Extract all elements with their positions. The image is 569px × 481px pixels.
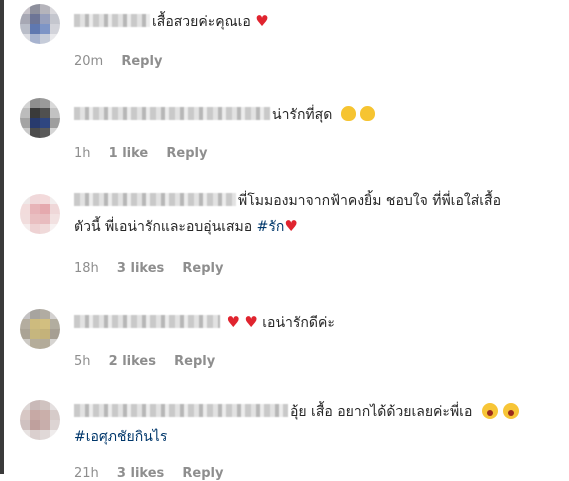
comment-body: พี่โมมองมาจากฟ้าคงยิ้ม ชอบใจ ที่พี่เอใส่… <box>238 193 501 209</box>
comment-time: 5h <box>74 354 91 369</box>
comment-time: 1h <box>74 146 91 161</box>
username-blurred[interactable] <box>74 107 270 120</box>
comment-body: เอน่ารักดีค่ะ <box>262 315 335 331</box>
avatar[interactable] <box>20 4 60 44</box>
avatar[interactable] <box>20 400 60 440</box>
hashtag-link[interactable]: #เอศุภชัยกินไร <box>74 429 167 445</box>
comment-text: พี่โมมองมาจากฟ้าคงยิ้ม ชอบใจ ที่พี่เอใส่… <box>74 191 501 211</box>
comment-body: ตัวนี้ พี่เอน่ารักและอบอุ่นเสมอ <box>74 219 253 235</box>
comment-meta: 20m Reply <box>74 54 176 69</box>
comment-text: อุ้ย เสื้อ อยากได้ด้วยเลยค่ะพี่เอ <box>74 402 519 422</box>
clapping-hands-icon <box>340 106 356 121</box>
comment-meta: 1h 1 like Reply <box>74 146 221 161</box>
clapping-hands-icon <box>359 106 375 121</box>
comment-item: ♥ ♥ เอน่ารักดีค่ะ 5h 2 likes Reply <box>4 300 569 390</box>
avatar[interactable] <box>20 309 60 349</box>
comment-item: เสื้อสวยค่ะคุณเอ ♥ 20m Reply <box>4 0 569 84</box>
comment-text: เสื้อสวยค่ะคุณเอ ♥ <box>74 11 269 32</box>
username-blurred[interactable] <box>74 315 220 328</box>
username-blurred[interactable] <box>74 14 150 27</box>
like-count[interactable]: 3 likes <box>117 261 164 276</box>
comment-meta: 18h 3 likes Reply <box>74 261 237 276</box>
username-blurred[interactable] <box>74 404 288 417</box>
comment-meta: 5h 2 likes Reply <box>74 354 229 369</box>
comment-item: อุ้ย เสื้อ อยากได้ด้วยเลยค่ะพี่เอ #เอศุภ… <box>4 390 569 481</box>
comment-time: 18h <box>74 261 99 276</box>
comment-text-line2: ตัวนี้ พี่เอน่ารักและอบอุ่นเสมอ #รัก♥ <box>74 216 298 237</box>
like-count[interactable]: 1 like <box>109 146 149 161</box>
reply-button[interactable]: Reply <box>121 54 162 69</box>
comment-body: เสื้อสวยค่ะคุณเอ <box>152 14 251 30</box>
astonished-face-icon <box>502 403 519 419</box>
heart-icon: ♥ <box>255 12 269 30</box>
like-count[interactable]: 2 likes <box>109 354 156 369</box>
comment-item: น่ารักที่สุด 1h 1 like Reply <box>4 84 569 176</box>
comment-text: น่ารักที่สุด <box>74 105 375 125</box>
reply-button[interactable]: Reply <box>182 261 223 276</box>
comment-time: 20m <box>74 54 104 69</box>
comment-body: น่ารักที่สุด <box>272 107 333 123</box>
avatar[interactable] <box>20 98 60 138</box>
heart-icon: ♥ <box>226 313 240 331</box>
astonished-face-icon <box>481 403 498 419</box>
hashtag-link[interactable]: #รัก <box>257 219 285 235</box>
heart-icon: ♥ <box>284 217 298 235</box>
reply-button[interactable]: Reply <box>174 354 215 369</box>
comment-text: ♥ ♥ เอน่ารักดีค่ะ <box>74 312 335 333</box>
comment-body: อุ้ย เสื้อ อยากได้ด้วยเลยค่ะพี่เอ <box>290 404 473 420</box>
avatar[interactable] <box>20 194 60 234</box>
comment-text-line2: #เอศุภชัยกินไร <box>74 427 167 447</box>
heart-icon: ♥ <box>244 313 258 331</box>
comment-item: พี่โมมองมาจากฟ้าคงยิ้ม ชอบใจ ที่พี่เอใส่… <box>4 176 569 300</box>
username-blurred[interactable] <box>74 193 236 206</box>
reply-button[interactable]: Reply <box>166 146 207 161</box>
